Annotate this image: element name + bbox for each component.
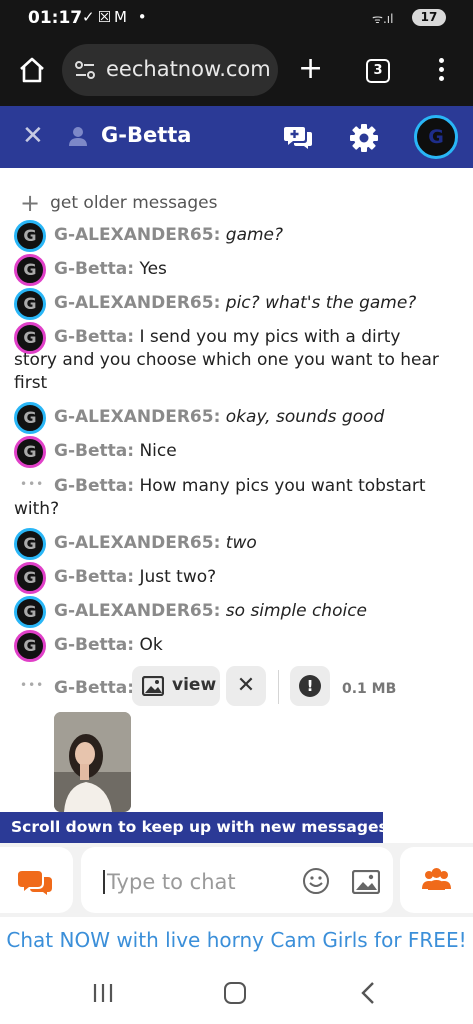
- new-tab-icon[interactable]: +: [298, 52, 323, 86]
- message-text: okay, sounds good: [225, 407, 385, 427]
- message-text: pic? what's the game?: [225, 293, 417, 313]
- settings-gear-icon[interactable]: [349, 123, 379, 153]
- image-message: ••• G-Betta: view ✕ ! 0.1 MB: [14, 666, 464, 708]
- chat-bubbles-icon: [18, 871, 52, 895]
- chats-button[interactable]: [0, 847, 73, 913]
- chat-message: G G-ALEXANDER65: so simple choice: [14, 596, 464, 628]
- battery-icon: 17: [412, 9, 446, 26]
- user-avatar[interactable]: G: [14, 562, 46, 594]
- message-text: Yes: [139, 259, 167, 279]
- promo-link[interactable]: Chat NOW with live horny Cam Girls for F…: [0, 928, 473, 952]
- close-chat-icon[interactable]: ✕: [22, 122, 44, 150]
- my-avatar[interactable]: G: [414, 115, 458, 159]
- chat-message: G G-ALEXANDER65: okay, sounds good: [14, 402, 464, 434]
- message-text: game?: [225, 225, 284, 245]
- user-avatar[interactable]: G: [14, 596, 46, 628]
- message-username[interactable]: G-Betta:: [54, 327, 134, 347]
- chat-message: G G-Betta: Just two?: [14, 562, 464, 594]
- chat-message: G G-ALEXANDER65: pic? what's the game?: [14, 288, 464, 320]
- more-menu-icon[interactable]: [434, 56, 448, 86]
- more-options-icon[interactable]: •••: [20, 678, 44, 692]
- chat-message: G G-ALEXANDER65: game?: [14, 220, 464, 252]
- message-username[interactable]: G-Betta:: [54, 259, 134, 279]
- message-username[interactable]: G-Betta:: [54, 476, 134, 496]
- user-avatar[interactable]: G: [14, 630, 46, 662]
- message-username[interactable]: G-ALEXANDER65:: [54, 601, 220, 621]
- site-settings-icon[interactable]: [74, 59, 96, 81]
- message-username[interactable]: G-ALEXANDER65:: [54, 225, 220, 245]
- back-icon[interactable]: [358, 981, 378, 1005]
- message-username[interactable]: G-Betta:: [54, 678, 134, 698]
- chat-message: G G-Betta: I send you my pics with a dir…: [14, 322, 464, 396]
- message-username[interactable]: G-ALEXANDER65:: [54, 407, 220, 427]
- file-size: 0.1 MB: [342, 681, 397, 697]
- image-thumbnail[interactable]: [54, 712, 131, 812]
- user-avatar[interactable]: G: [14, 254, 46, 286]
- message-text: Just two?: [139, 567, 217, 587]
- chat-message: ••• G-Betta: How many pics you want tobs…: [14, 471, 464, 523]
- home-nav-icon[interactable]: [224, 982, 246, 1004]
- users-group-icon: [422, 868, 451, 890]
- divider: [278, 670, 279, 704]
- home-icon[interactable]: [18, 56, 46, 84]
- status-time: 01:17: [28, 8, 83, 28]
- chat-message: G G-Betta: Yes: [14, 254, 464, 286]
- message-text: Nice: [139, 441, 177, 461]
- message-text: Ok: [139, 635, 163, 655]
- system-nav-bar: [0, 962, 473, 1024]
- browser-toolbar: eechatnow.com + 3: [0, 36, 473, 106]
- chat-title: G-Betta: [101, 123, 192, 147]
- recents-icon[interactable]: [92, 982, 114, 1004]
- url-text[interactable]: eechatnow.com: [106, 57, 271, 81]
- user-icon: [69, 127, 87, 146]
- photo-preview: [54, 712, 131, 812]
- message-input[interactable]: Type to chat: [81, 847, 393, 913]
- dismiss-image-button[interactable]: ✕: [226, 666, 266, 706]
- get-older-messages-link[interactable]: + get older messages: [20, 189, 217, 217]
- alert-icon: !: [299, 675, 321, 697]
- view-image-button[interactable]: view: [132, 666, 220, 706]
- message-username[interactable]: G-Betta:: [54, 635, 134, 655]
- emoji-icon[interactable]: [302, 867, 330, 895]
- user-avatar[interactable]: G: [14, 402, 46, 434]
- send-image-icon[interactable]: [352, 870, 380, 894]
- status-bar: 01:17 ✓☒M • ᯤ.ıl 17: [0, 0, 473, 36]
- chat-input-bar: Type to chat: [0, 843, 473, 917]
- users-button[interactable]: [400, 847, 473, 913]
- user-avatar[interactable]: G: [14, 528, 46, 560]
- chat-header: ✕ G-Betta G: [0, 106, 473, 168]
- message-input-placeholder[interactable]: Type to chat: [103, 870, 236, 894]
- address-bar[interactable]: eechatnow.com: [62, 44, 278, 96]
- tab-switcher-button[interactable]: 3: [366, 59, 390, 83]
- message-username[interactable]: G-Betta:: [54, 567, 134, 587]
- chat-message: G G-ALEXANDER65: two: [14, 528, 464, 560]
- chat-message: G G-Betta: Nice: [14, 436, 464, 468]
- plus-icon: +: [20, 189, 41, 217]
- report-image-button[interactable]: !: [290, 666, 330, 706]
- signal-icon: ᯤ.ıl: [372, 12, 394, 26]
- image-icon: [142, 676, 164, 696]
- chat-message: G G-Betta: Ok: [14, 630, 464, 662]
- message-username[interactable]: G-ALEXANDER65:: [54, 293, 220, 313]
- message-username[interactable]: G-Betta:: [54, 441, 134, 461]
- user-avatar[interactable]: G: [14, 220, 46, 252]
- user-avatar[interactable]: G: [14, 436, 46, 468]
- message-username[interactable]: G-ALEXANDER65:: [54, 533, 220, 553]
- message-text: so simple choice: [225, 601, 368, 621]
- add-chat-icon[interactable]: [283, 123, 313, 151]
- scroll-down-banner[interactable]: Scroll down to keep up with new messages: [0, 812, 388, 843]
- notification-icons: ✓☒M •: [82, 8, 150, 26]
- message-text: two: [225, 533, 257, 553]
- user-avatar[interactable]: G: [14, 288, 46, 320]
